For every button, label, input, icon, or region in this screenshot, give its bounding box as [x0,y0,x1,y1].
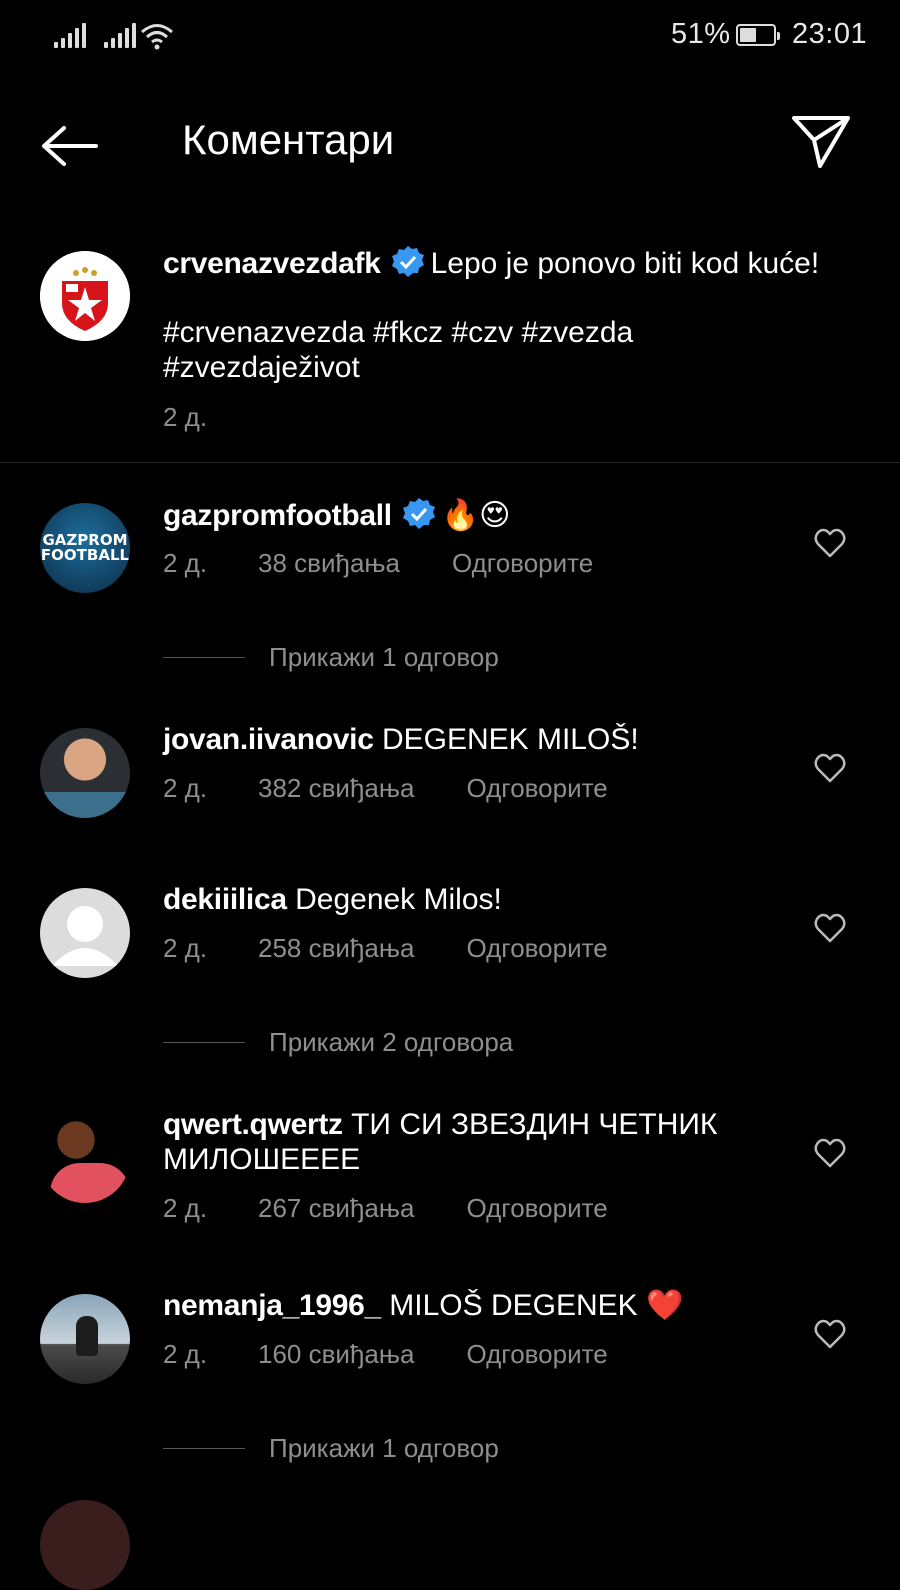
reply-button[interactable]: Одговорите [466,1339,607,1370]
reply-button[interactable]: Одговорите [466,1193,607,1224]
comment-body: DEGENEK MILOŠ! [381,723,639,756]
default-avatar-icon [52,906,118,966]
username[interactable]: dekiiilica [163,883,287,916]
avatar-text: FOOTBALL [40,546,130,564]
status-bar: 51% 23:01 [0,0,900,72]
share-button[interactable] [788,110,854,172]
timestamp: 2 д. [163,1193,208,1223]
comment-meta: 2 д. 38 свиђања Одговорите [163,548,593,579]
avatar[interactable] [40,1500,130,1590]
comment-meta: 2 д. 382 свиђања Одговорите [163,773,608,804]
avatar[interactable] [40,1113,130,1203]
verified-badge-icon [402,498,435,529]
battery-icon [736,24,780,46]
comment-text: nemanja_1996_ MILOŠ DEGENEK ❤️ [163,1288,683,1324]
avatar-photo [76,1316,98,1356]
view-replies-label: Прикажи 2 одговора [269,1027,514,1057]
avatar[interactable]: GAZPROM FOOTBALL [40,503,130,593]
avatar-logo-text: GAZPROM FOOTBALL [40,533,130,563]
reply-button[interactable]: Одговорите [466,773,607,804]
caption-text: Lepo je ponovo biti kod kuće! [430,247,820,280]
likes-count[interactable]: 38 свиђања [258,548,400,579]
hashtags-line[interactable]: #crvenazvezda #fkcz #czv #zvezda [163,315,633,351]
arrow-left-icon [42,126,98,166]
avatar[interactable] [40,251,130,341]
avatar-photo [50,1163,130,1203]
heart-icon[interactable] [814,1319,846,1349]
timestamp: 2 д. [163,1339,208,1369]
likes-count[interactable]: 382 свиђања [258,773,414,804]
comment-body: ТИ СИ ЗВЕЗДИН ЧЕТНИК [351,1108,718,1141]
replies-rule [163,1448,245,1449]
comment-meta: 2 д. 258 свиђања Одговорите [163,933,608,964]
club-crest-logo [40,251,130,341]
wifi-icon [141,24,173,50]
paper-plane-icon [792,116,850,168]
username[interactable]: jovan.iivanovic [163,723,374,756]
signal-icon [54,22,86,48]
post-caption: crvenazvezdafk Lepo je ponovo biti kod k… [163,245,819,282]
comment-body-continued: МИЛОШЕЕЕЕ [163,1143,361,1176]
username[interactable]: qwert.qwertz [163,1108,343,1141]
timestamp: 2 д. [163,773,208,803]
comment-text: dekiiilica Degenek Milos! [163,882,502,918]
view-replies-button[interactable]: Прикажи 1 одговор [163,1433,499,1464]
heart-icon[interactable] [814,913,846,943]
likes-count[interactable]: 258 свиђања [258,933,414,964]
username[interactable]: crvenazvezdafk [163,247,381,280]
heart-icon[interactable] [814,528,846,558]
likes-count[interactable]: 267 свиђања [258,1193,414,1224]
comment-text: jovan.iivanovic DEGENEK MILOŠ! [163,722,639,758]
avatar[interactable] [40,888,130,978]
comment-meta: 2 д. 160 свиђања Одговорите [163,1339,608,1370]
battery-percent: 51% [671,18,731,50]
replies-rule [163,657,245,658]
avatar[interactable] [40,728,130,818]
avatar[interactable] [40,1294,130,1384]
comment-text: qwert.qwertz ТИ СИ ЗВЕЗДИН ЧЕТНИК [163,1107,717,1143]
clock: 23:01 [792,18,868,50]
avatar-photo [40,792,130,818]
comment-text: gazpromfootball 🔥😍 [163,497,510,534]
post-time: 2 д. [163,402,207,433]
timestamp: 2 д. [163,548,208,578]
replies-rule [163,1042,245,1043]
heart-icon[interactable] [814,1138,846,1168]
username[interactable]: gazpromfootball [163,499,392,532]
reply-button[interactable]: Одговорите [466,933,607,964]
view-replies-label: Прикажи 1 одговор [269,1433,499,1463]
heart-icon[interactable] [814,753,846,783]
view-replies-label: Прикажи 1 одговор [269,642,499,672]
view-replies-button[interactable]: Прикажи 1 одговор [163,642,499,673]
back-button[interactable] [36,118,106,174]
comment-body: MILOŠ DEGENEK ❤️ [389,1289,684,1322]
comment-meta: 2 д. 267 свиђања Одговорите [163,1193,608,1224]
page-title: Коментари [182,116,395,163]
signal-icon [104,22,136,48]
reply-button[interactable]: Одговорите [452,548,593,579]
username[interactable]: nemanja_1996_ [163,1289,381,1322]
divider [0,462,900,463]
timestamp: 2 д. [163,933,208,963]
comment-body: 🔥😍 [441,499,511,532]
verified-badge-icon [391,246,424,277]
view-replies-button[interactable]: Прикажи 2 одговора [163,1027,513,1058]
timestamp: 2 д. [163,402,208,432]
comment-body: Degenek Milos! [295,883,502,916]
hashtags-line[interactable]: #zvezdaježivot [163,350,360,386]
likes-count[interactable]: 160 свиђања [258,1339,414,1370]
